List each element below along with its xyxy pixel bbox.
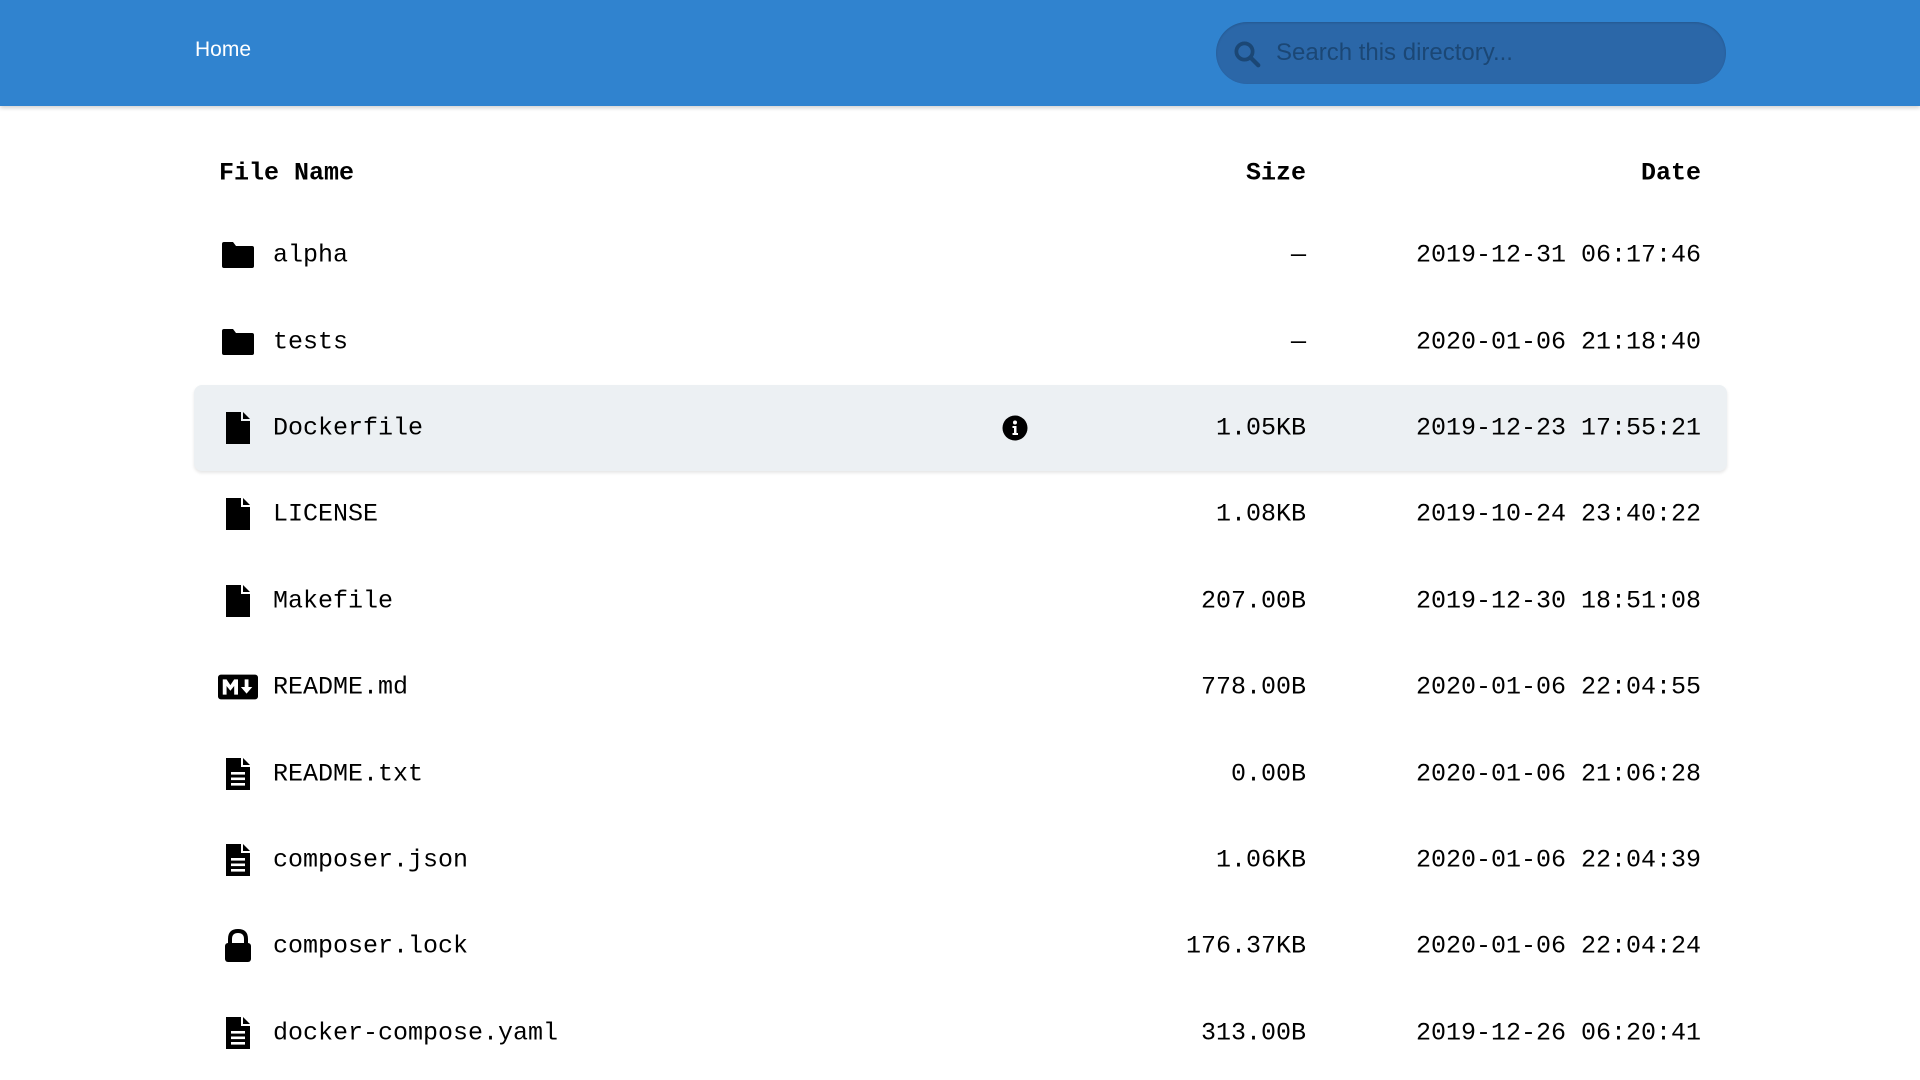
file-size: — — [1290, 327, 1306, 357]
table-row[interactable]: README.md 778.00B 2020-01-06 22:04:55 — [194, 644, 1727, 730]
info-icon[interactable] — [1002, 415, 1028, 441]
table-row[interactable]: Dockerfile 1.05KB 2019-12-23 17:55:21 — [194, 384, 1727, 472]
file-text-icon — [218, 1016, 258, 1050]
file-size: 313.00B — [1200, 1018, 1306, 1048]
search-icon — [1234, 41, 1261, 68]
breadcrumb-home-link[interactable]: Home — [195, 38, 251, 62]
table-row[interactable]: tests — 2020-01-06 21:18:40 — [194, 298, 1727, 384]
file-name[interactable]: README.md — [273, 673, 408, 702]
file-date: 2020-01-06 22:04:39 — [1415, 845, 1701, 875]
file-size: 1.06KB — [1215, 845, 1306, 875]
file-date: 2019-12-23 17:55:21 — [1415, 413, 1701, 443]
file-size: 1.08KB — [1215, 499, 1306, 529]
file-name[interactable]: Dockerfile — [273, 413, 423, 442]
file-name[interactable]: alpha — [273, 241, 348, 270]
table-row[interactable]: composer.json 1.06KB 2020-01-06 22:04:39 — [194, 817, 1727, 903]
file-date: 2019-12-31 06:17:46 — [1415, 240, 1701, 270]
file-name[interactable]: LICENSE — [273, 500, 378, 529]
file-date: 2020-01-06 22:04:24 — [1415, 931, 1701, 961]
file-name[interactable]: README.txt — [273, 759, 423, 788]
file-name[interactable]: docker-compose.yaml — [273, 1018, 558, 1047]
table-row[interactable]: docker-compose.yaml 313.00B 2019-12-26 06:… — [194, 990, 1727, 1076]
file-size: 207.00B — [1200, 586, 1306, 616]
file-icon — [218, 411, 258, 445]
table-row[interactable]: LICENSE 1.08KB 2019-10-24 23:40:22 — [194, 471, 1727, 557]
column-header-name[interactable]: File Name — [219, 159, 354, 188]
file-size: 1.05KB — [1215, 413, 1306, 443]
top-bar: Home — [0, 0, 1920, 106]
search-input[interactable] — [1276, 22, 1706, 84]
file-listing: File Name Size Date alpha — 2019-12-31 06:… — [194, 134, 1727, 1076]
file-icon — [218, 497, 258, 531]
file-date: 2019-10-24 23:40:22 — [1415, 499, 1701, 529]
column-header-size[interactable]: Size — [1246, 159, 1306, 188]
file-size: 176.37KB — [1185, 931, 1306, 961]
file-icon — [218, 584, 258, 618]
file-date: 2020-01-06 21:06:28 — [1415, 759, 1701, 789]
search-box[interactable] — [1216, 22, 1726, 84]
folder-icon — [218, 238, 258, 272]
file-name[interactable]: tests — [273, 327, 348, 356]
lock-icon — [218, 929, 258, 963]
file-size: 778.00B — [1200, 672, 1306, 702]
column-header-date[interactable]: Date — [1641, 159, 1701, 188]
file-date: 2019-12-26 06:20:41 — [1415, 1018, 1701, 1048]
markdown-icon — [218, 670, 258, 704]
file-size: — — [1290, 240, 1306, 270]
file-name[interactable]: composer.json — [273, 845, 468, 874]
table-header: File Name Size Date — [194, 134, 1727, 212]
file-text-icon — [218, 843, 258, 877]
file-name[interactable]: Makefile — [273, 586, 393, 615]
table-row[interactable]: README.txt 0.00B 2020-01-06 21:06:28 — [194, 730, 1727, 816]
file-date: 2020-01-06 22:04:55 — [1415, 672, 1701, 702]
file-date: 2019-12-30 18:51:08 — [1415, 586, 1701, 616]
file-text-icon — [218, 757, 258, 791]
file-date: 2020-01-06 21:18:40 — [1415, 327, 1701, 357]
folder-icon — [218, 325, 258, 359]
file-name[interactable]: composer.lock — [273, 932, 468, 961]
file-size: 0.00B — [1230, 759, 1306, 789]
table-row[interactable]: alpha — 2019-12-31 06:17:46 — [194, 212, 1727, 298]
table-row[interactable]: composer.lock 176.37KB 2020-01-06 22:04:24 — [194, 903, 1727, 989]
table-row[interactable]: Makefile 207.00B 2019-12-30 18:51:08 — [194, 558, 1727, 644]
